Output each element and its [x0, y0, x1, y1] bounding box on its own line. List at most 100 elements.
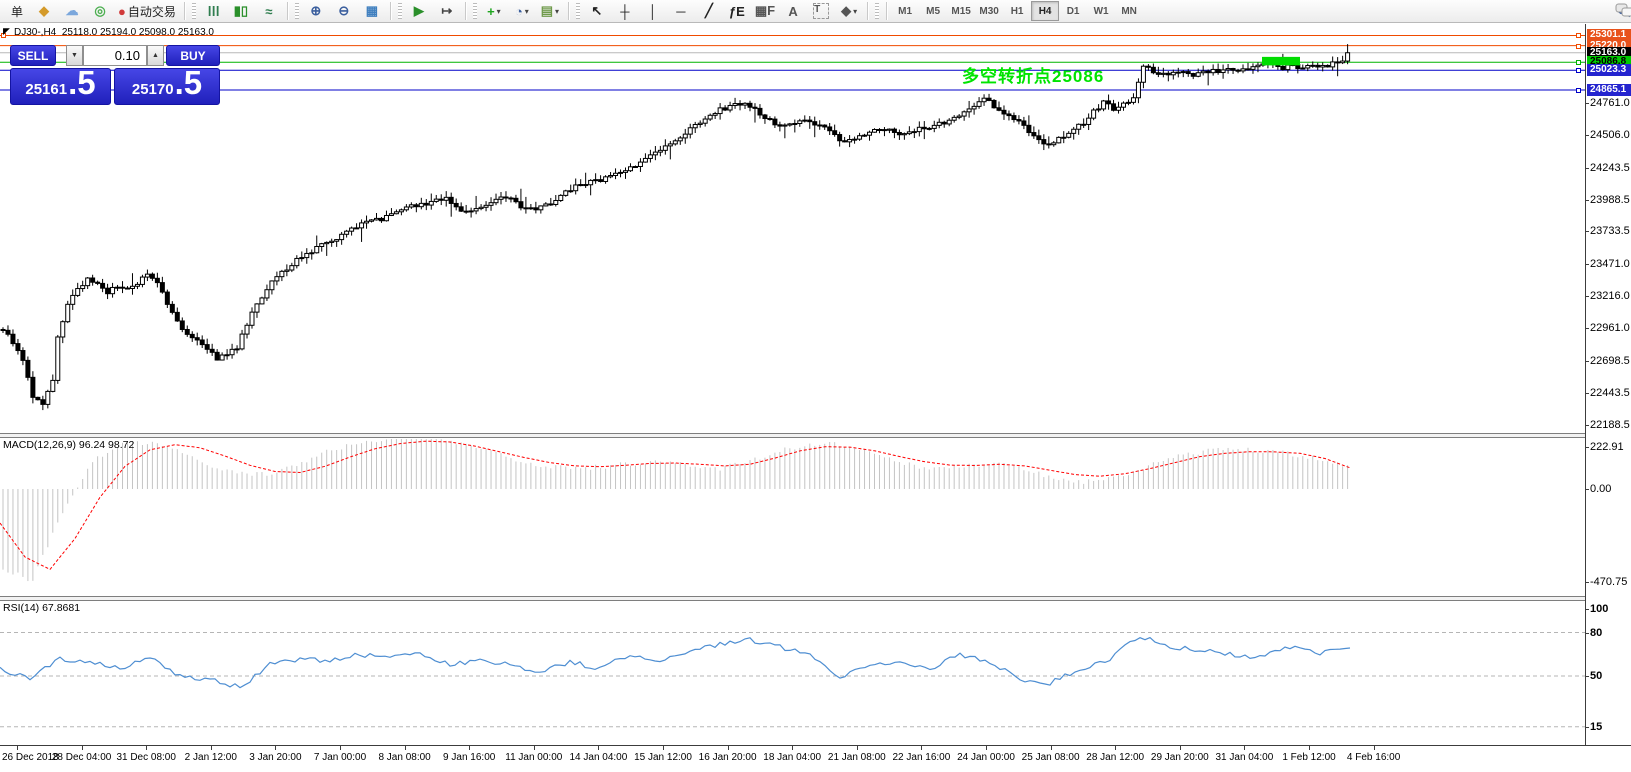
shapes-icon[interactable]: ◆▾ [836, 0, 862, 22]
sell-price-display[interactable]: 25161 .5 [10, 68, 111, 105]
rsi-axis-tick: 15 [1590, 721, 1602, 733]
sell-button[interactable]: SELL [10, 45, 56, 66]
zoom-in-icon[interactable]: ⊕ [303, 0, 329, 22]
label-icon[interactable]: T [808, 0, 834, 22]
timeframe-mn[interactable]: MN [1115, 1, 1143, 21]
fibonacci-icon[interactable]: ƒE [724, 0, 750, 22]
grid-icon[interactable]: ▦F [752, 0, 778, 22]
time-axis-label: 2 Jan 12:00 [185, 752, 237, 763]
time-axis-tick-mark [728, 746, 729, 750]
time-axis-label: 31 Jan 04:00 [1215, 752, 1273, 763]
toolbar-grip [576, 3, 580, 19]
price-line-handle[interactable] [1576, 68, 1581, 73]
time-axis-label: 31 Dec 08:00 [116, 752, 176, 763]
volume-increase-button[interactable]: ▲ [147, 45, 164, 66]
macd-panel-canvas[interactable] [0, 437, 1585, 596]
trendline-icon[interactable]: ╱ [696, 0, 722, 22]
one-click-collapse-icon[interactable]: ◤ [3, 26, 10, 37]
time-axis-tick-mark [340, 746, 341, 750]
chart-shift-icon[interactable]: ↦ [434, 0, 460, 22]
shapes-icon: ◆ [841, 3, 851, 19]
horizontal-line-icon[interactable]: ─ [668, 0, 694, 22]
volume-input[interactable] [83, 45, 147, 66]
sell-price-main: 25161 [25, 81, 67, 98]
add-indicator-icon[interactable]: +▾ [481, 0, 507, 22]
tile-windows-icon[interactable]: ▦ [359, 0, 385, 22]
autotrade-button: ● [118, 4, 126, 19]
periods-icon[interactable]: ◔▾ [509, 0, 535, 22]
mql5-cloud-icon[interactable]: ☁ [59, 0, 85, 22]
time-axis-tick-mark [1051, 746, 1052, 750]
rsi-label: RSI(14) 67.8681 [3, 602, 80, 614]
bars-chart-icon: ☰ [205, 5, 221, 17]
time-axis-tick-mark [986, 746, 987, 750]
metaeditor-icon[interactable]: ◆ [31, 0, 57, 22]
macd-axis-tick: 222.91 [1590, 441, 1624, 453]
dropdown-arrow-icon[interactable]: ▾ [853, 7, 857, 16]
price-axis-tick: 24506.0 [1590, 129, 1630, 141]
vertical-line-icon: │ [649, 4, 657, 19]
toolbar-grip [192, 3, 196, 19]
autotrade-button-label: 自动交易 [128, 3, 176, 20]
volume-decrease-button[interactable]: ▼ [66, 45, 83, 66]
dropdown-arrow-icon[interactable]: ▾ [497, 7, 501, 16]
candles-chart-icon[interactable]: ▮▯ [228, 0, 254, 22]
cursor-icon[interactable]: ↖ [584, 0, 610, 22]
macd-signal-line [0, 441, 1350, 569]
price-line-handle[interactable] [1576, 44, 1581, 49]
price-axis-tick: 23988.5 [1590, 194, 1630, 206]
main-toolbar: 单◆☁◎●自动交易☰▮▯≈⊕⊖▦▶↦+▾◔▾▤▾↖┼│─╱ƒE▦FAT◆▾M1M… [0, 0, 1631, 23]
dropdown-arrow-icon[interactable]: ▾ [525, 7, 529, 16]
time-axis-tick-mark [82, 746, 83, 750]
timeframe-h4[interactable]: H4 [1031, 1, 1059, 21]
macd-splitter[interactable] [0, 433, 1585, 438]
auto-scroll-icon[interactable]: ▶ [406, 0, 432, 22]
new-order-button[interactable]: 单 [3, 0, 29, 22]
timeframe-d1[interactable]: D1 [1059, 1, 1087, 21]
price-chart-canvas[interactable] [0, 25, 1585, 433]
time-axis-tick-mark [598, 746, 599, 750]
zoom-out-icon[interactable]: ⊖ [331, 0, 357, 22]
buy-price-display[interactable]: 25170 .5 [114, 68, 220, 105]
timeframe-m5[interactable]: M5 [919, 1, 947, 21]
macd-axis-tick: 0.00 [1590, 483, 1611, 495]
time-axis-label: 16 Jan 20:00 [699, 752, 757, 763]
rsi-panel-canvas[interactable] [0, 600, 1585, 744]
timeframe-h1[interactable]: H1 [1003, 1, 1031, 21]
bars-chart-icon[interactable]: ☰ [200, 0, 226, 22]
timeframe-m30[interactable]: M30 [975, 1, 1003, 21]
tile-windows-icon: ▦ [366, 3, 378, 19]
signals-icon[interactable]: ◎ [87, 0, 113, 22]
time-axis-label: 11 Jan 00:00 [505, 752, 562, 763]
rsi-splitter[interactable] [0, 596, 1585, 601]
price-axis-tick-mark [1585, 135, 1589, 136]
price-line-handle[interactable] [1576, 88, 1581, 93]
dropdown-arrow-icon[interactable]: ▾ [555, 7, 559, 16]
timeframe-m15[interactable]: M15 [947, 1, 975, 21]
chart-shift-icon: ↦ [441, 3, 452, 19]
templates-icon[interactable]: ▤▾ [537, 0, 563, 22]
price-axis-tick: 22188.5 [1590, 419, 1630, 431]
templates-icon: ▤ [541, 3, 553, 19]
time-axis-tick-mark [921, 746, 922, 750]
text-icon[interactable]: A [780, 0, 806, 22]
time-axis-tick-mark [1180, 746, 1181, 750]
vertical-line-icon[interactable]: │ [640, 0, 666, 22]
one-click-trading-panel: SELL ▼ ▲ BUY 25161 .5 25170 .5 [8, 43, 222, 107]
price-line-handle[interactable] [1576, 33, 1581, 38]
line-chart-icon[interactable]: ≈ [256, 0, 282, 22]
price-axis-tick-mark [1585, 393, 1589, 394]
timeframe-m1[interactable]: M1 [891, 1, 919, 21]
price-axis-tick-mark [1585, 296, 1589, 297]
autotrade-button[interactable]: ●自动交易 [115, 0, 179, 22]
crosshair-icon[interactable]: ┼ [612, 0, 638, 22]
label-icon: T [813, 3, 829, 19]
price-line-tag: 25023.3 [1587, 64, 1631, 76]
zoom-in-icon: ⊕ [310, 3, 321, 19]
timeframe-w1[interactable]: W1 [1087, 1, 1115, 21]
price-line-handle[interactable] [1576, 60, 1581, 65]
buy-button[interactable]: BUY [166, 45, 220, 66]
time-axis-label: 3 Jan 20:00 [249, 752, 301, 763]
price-axis-border [1585, 24, 1586, 745]
toolbar-divider [568, 2, 569, 20]
